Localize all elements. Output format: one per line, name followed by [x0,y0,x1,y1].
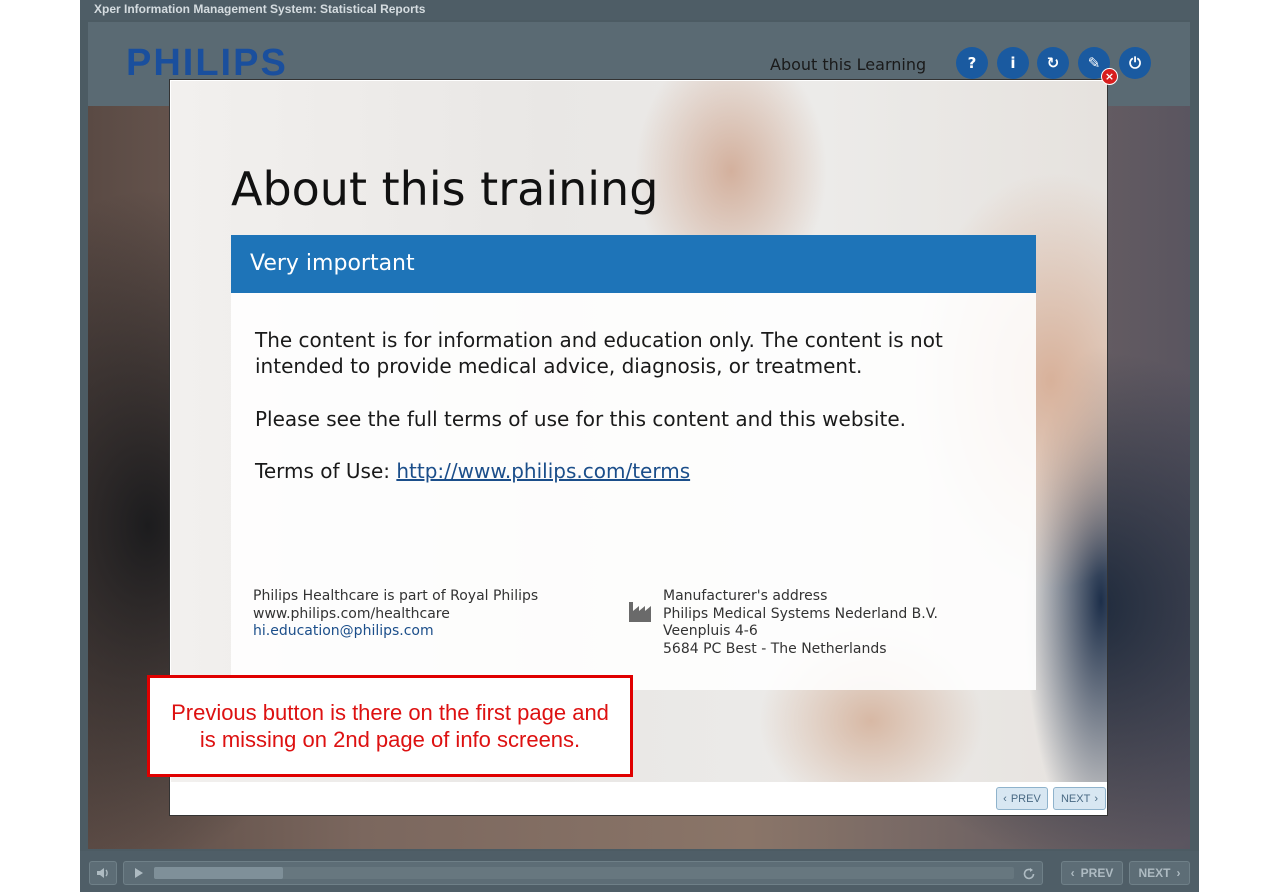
player-next-button[interactable]: NEXT › [1129,861,1190,885]
player-toolbar: ‹ PREV NEXT › [80,851,1199,892]
panel-heading-bar: Very important [231,235,1036,293]
disclaimer-paragraph: The content is for information and educa… [255,328,943,378]
player-prev-button[interactable]: ‹ PREV [1061,861,1123,885]
dialog-title: About this training [231,162,659,216]
important-panel: Very important The content is for inform… [231,235,1036,690]
dialog-next-button[interactable]: NEXT › [1053,787,1106,810]
speaker-icon [97,868,108,878]
help-button[interactable]: ? [956,47,988,79]
chevron-left-icon: ‹ [1070,866,1075,880]
dialog-prev-button[interactable]: ‹ PREV [996,787,1048,810]
window-titlebar: Xper Information Management System: Stat… [80,0,1199,20]
panel-heading: Very important [250,251,415,276]
company-info: Philips Healthcare is part of Royal Phil… [253,588,613,641]
playbar [123,861,1043,885]
review-annotation: Previous button is there on the first pa… [147,675,633,777]
seek-bar[interactable] [154,867,1014,879]
manufacturer-heading: Manufacturer's address [663,588,828,604]
seek-progress [154,867,283,879]
company-line: Philips Healthcare is part of Royal Phil… [253,588,539,604]
replay-icon[interactable] [1022,867,1036,881]
power-icon: ⏻ [1129,54,1141,72]
manufacturer-street: Veenpluis 4-6 [663,623,758,639]
compass-icon: ✎ [1087,54,1101,72]
terms-link[interactable]: http://www.philips.com/terms [396,459,690,483]
close-dialog-button[interactable]: × [1101,68,1118,85]
help-icon: ? [967,54,977,72]
factory-icon [629,602,651,622]
dialog-next-label: NEXT [1060,792,1091,805]
player-next-label: NEXT [1138,866,1171,880]
window-title: Xper Information Management System: Stat… [94,2,426,16]
info-icon: i [1010,54,1016,72]
about-learning-link[interactable]: About this Learning [770,55,926,74]
chevron-right-icon: › [1094,792,1098,805]
refresh-button[interactable]: ↻ [1037,47,1069,79]
company-website[interactable]: www.philips.com/healthcare [253,606,613,624]
chevron-left-icon: ‹ [1003,792,1007,805]
terms-label: Terms of Use: [255,459,397,483]
manufacturer-name: Philips Medical Systems Nederland B.V. [663,605,938,622]
company-email[interactable]: hi.education@philips.com [253,623,613,641]
volume-button[interactable] [89,861,117,885]
player-prev-label: PREV [1080,866,1114,880]
manufacturer-city: 5684 PC Best - The Netherlands [663,640,887,657]
play-icon[interactable] [134,867,144,879]
close-icon: × [1104,70,1115,83]
terms-line: Terms of Use: http://www.philips.com/ter… [255,458,1015,484]
refresh-icon: ↻ [1046,54,1060,72]
dialog-prev-label: PREV [1010,792,1041,805]
annotation-text: Previous button is there on the first pa… [171,700,609,752]
manufacturer-address: Manufacturer's address Philips Medical S… [663,588,1023,658]
power-button[interactable]: ⏻ [1119,47,1151,79]
info-button[interactable]: i [997,47,1029,79]
chevron-right-icon: › [1176,866,1181,880]
terms-paragraph: Please see the full terms of use for thi… [255,407,906,431]
